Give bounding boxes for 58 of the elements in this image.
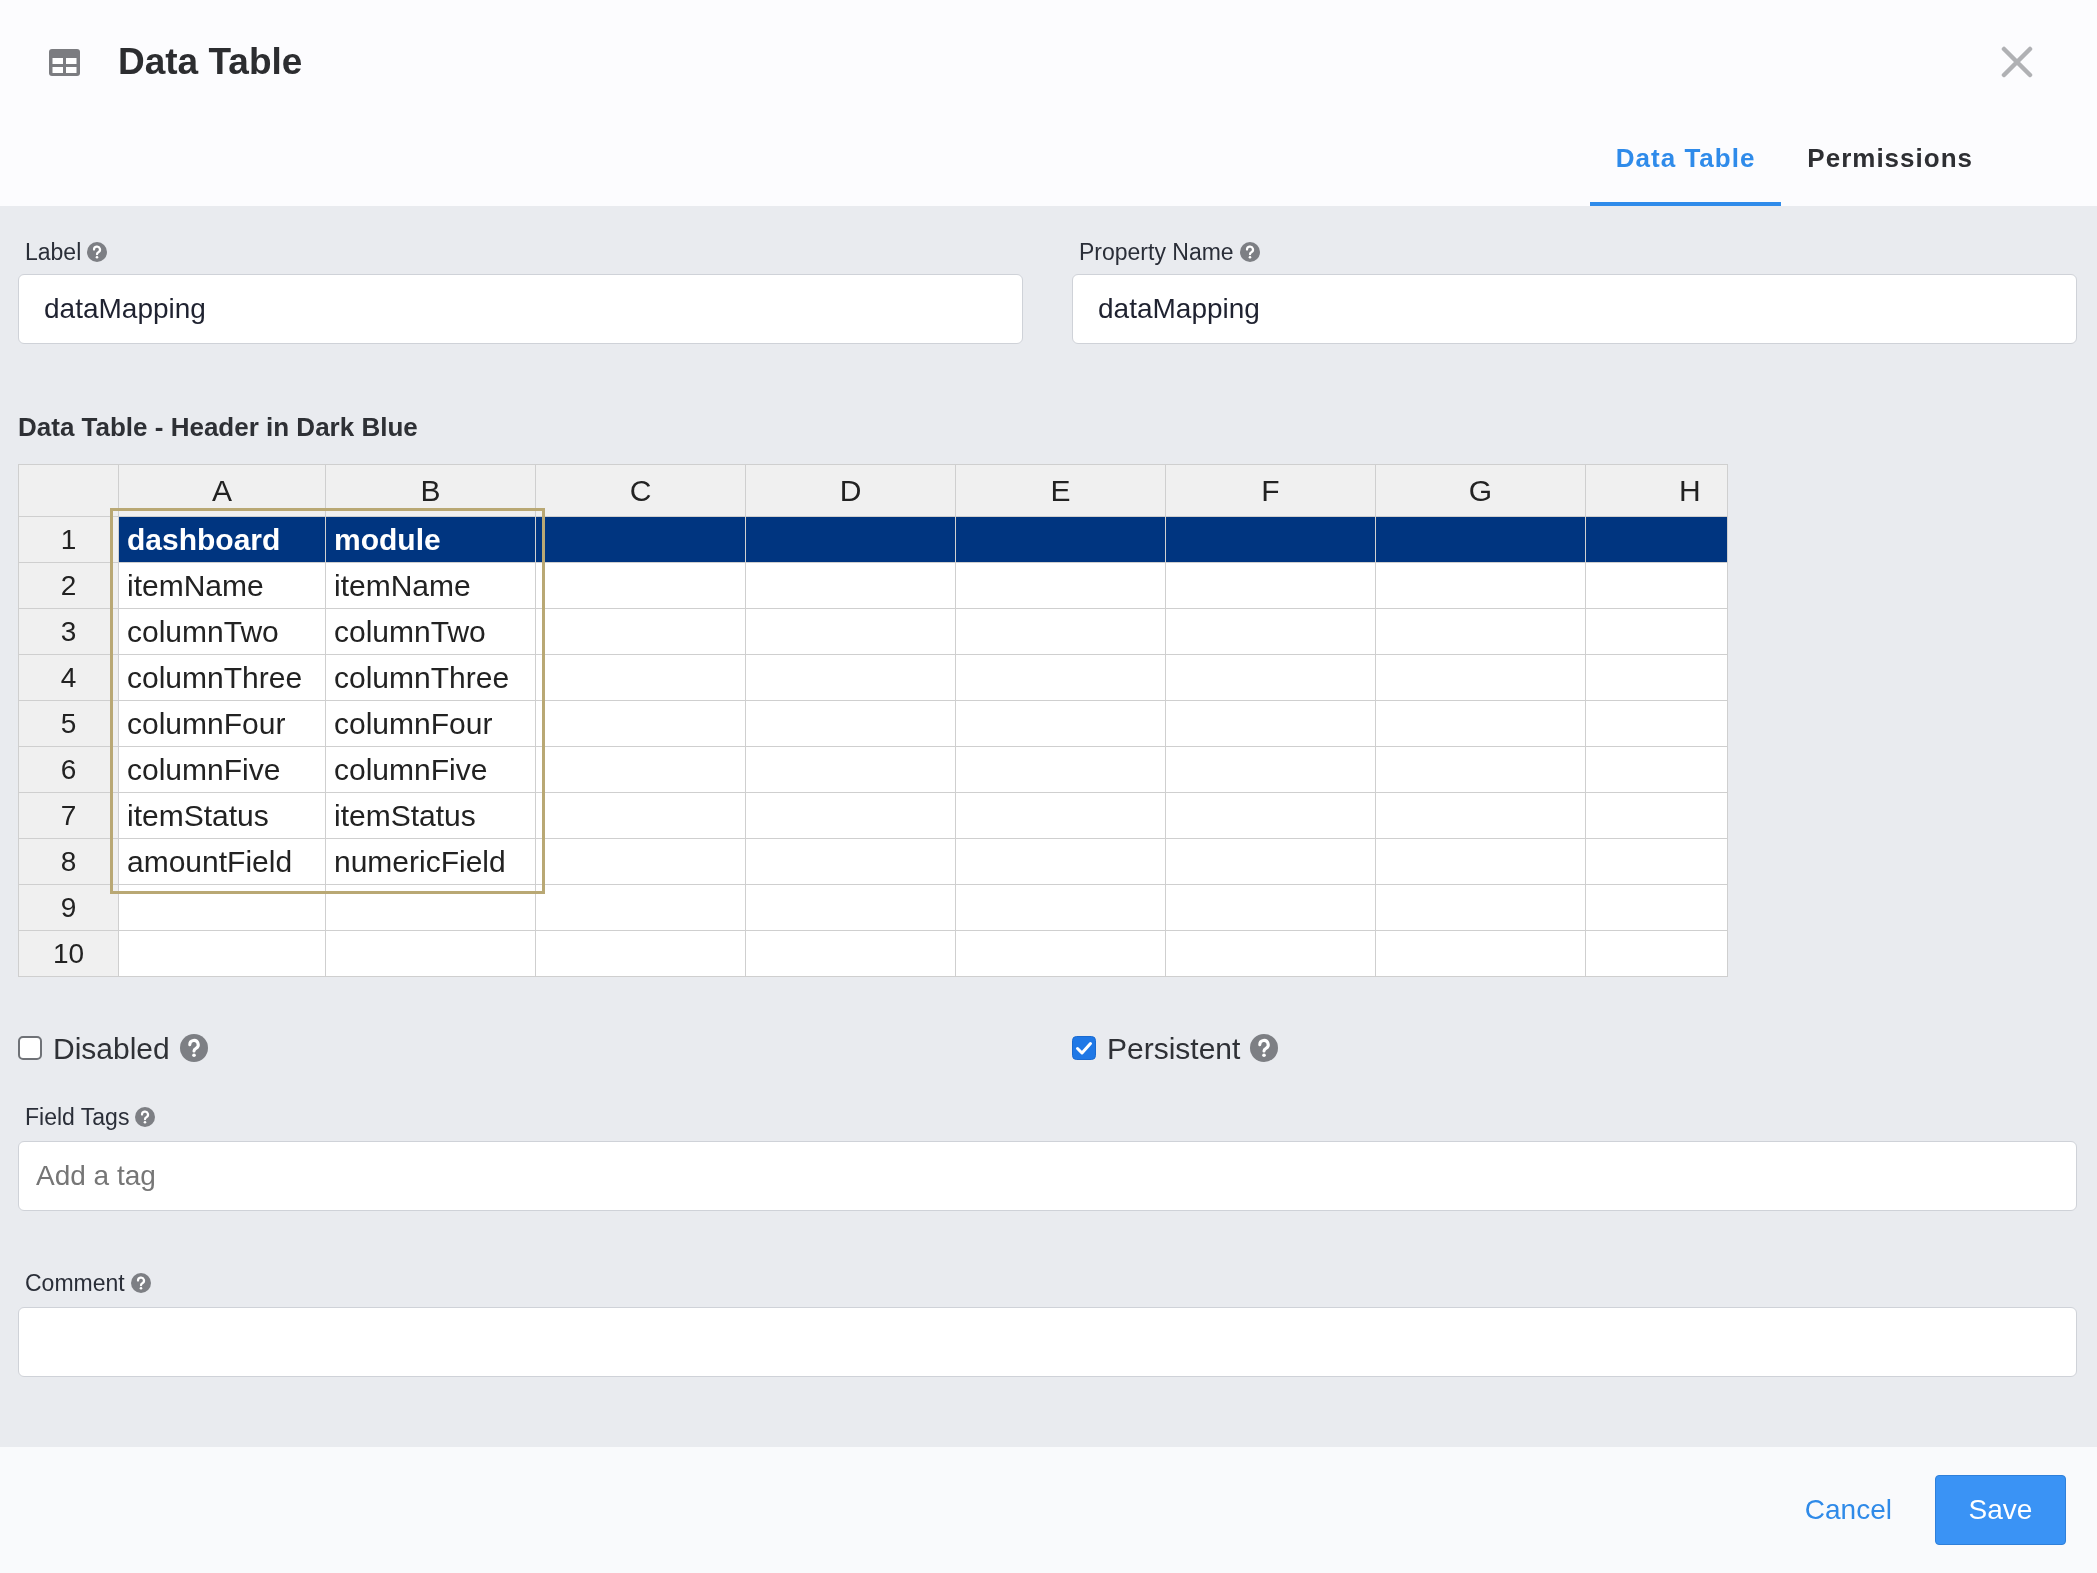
help-icon[interactable] xyxy=(179,1034,208,1062)
column-header[interactable]: B xyxy=(325,464,536,517)
table-cell[interactable]: itemStatus xyxy=(118,792,326,839)
table-icon xyxy=(49,48,80,76)
field-label: Label xyxy=(25,238,82,266)
close-icon xyxy=(2001,46,2033,78)
table-cell[interactable]: itemName xyxy=(118,562,326,609)
table-cell[interactable]: columnFive xyxy=(325,746,536,793)
field-label: Comment xyxy=(25,1269,125,1297)
row-number: 3 xyxy=(18,608,119,655)
checkbox-label: Persistent xyxy=(1107,1030,1241,1067)
table-cell[interactable]: columnTwo xyxy=(118,608,326,655)
help-icon[interactable] xyxy=(135,1107,156,1127)
table-cell[interactable]: itemStatus xyxy=(325,792,536,839)
column-header[interactable]: A xyxy=(118,464,326,517)
table-cell[interactable]: amountField xyxy=(118,838,326,885)
table-title: Data Table - Header in Dark Blue xyxy=(18,412,419,442)
checkbox[interactable] xyxy=(18,1036,42,1060)
table-cell[interactable]: module xyxy=(325,516,536,563)
row-number: 4 xyxy=(18,654,119,701)
column-header[interactable]: H xyxy=(1585,464,1728,517)
row-number: 1 xyxy=(18,516,119,563)
column-header[interactable]: C xyxy=(535,464,746,517)
table-cell[interactable]: dashboard xyxy=(118,516,326,563)
checkbox-label: Disabled xyxy=(53,1030,170,1067)
close-button[interactable] xyxy=(2001,46,2033,78)
field-label: Property Name xyxy=(1079,238,1234,266)
table-cell[interactable]: columnFour xyxy=(325,700,536,747)
tab[interactable]: Permissions xyxy=(1781,124,1999,206)
table-cell[interactable]: itemName xyxy=(325,562,536,609)
row-number: 9 xyxy=(18,884,119,931)
table-cell[interactable]: columnTwo xyxy=(325,608,536,655)
row-number: 2 xyxy=(18,562,119,609)
text-field[interactable]: dataMapping xyxy=(1072,274,2077,344)
text-field[interactable]: dataMapping xyxy=(18,274,1023,344)
table-cell[interactable]: columnThree xyxy=(118,654,326,701)
column-header[interactable]: G xyxy=(1375,464,1586,517)
row-number: 7 xyxy=(18,792,119,839)
column-header[interactable]: D xyxy=(745,464,956,517)
column-header[interactable]: E xyxy=(955,464,1166,517)
row-number: 6 xyxy=(18,746,119,793)
comment-field[interactable] xyxy=(18,1307,2077,1377)
help-icon[interactable] xyxy=(130,1273,151,1293)
table-cell[interactable]: numericField xyxy=(325,838,536,885)
row-number: 5 xyxy=(18,700,119,747)
dialog-title: Data Table xyxy=(118,41,303,83)
checkbox[interactable] xyxy=(1072,1036,1096,1060)
field-label: Field Tags xyxy=(25,1103,130,1131)
column-header[interactable]: F xyxy=(1165,464,1376,517)
row-number: 8 xyxy=(18,838,119,885)
tag-field[interactable]: Add a tag xyxy=(18,1141,2077,1211)
help-icon[interactable] xyxy=(1250,1034,1279,1062)
table-cell[interactable]: columnThree xyxy=(325,654,536,701)
table-cell[interactable]: columnFive xyxy=(118,746,326,793)
help-icon[interactable] xyxy=(87,242,108,262)
table-cell[interactable]: columnFour xyxy=(118,700,326,747)
row-number: 10 xyxy=(18,930,119,977)
help-icon[interactable] xyxy=(1239,242,1260,262)
